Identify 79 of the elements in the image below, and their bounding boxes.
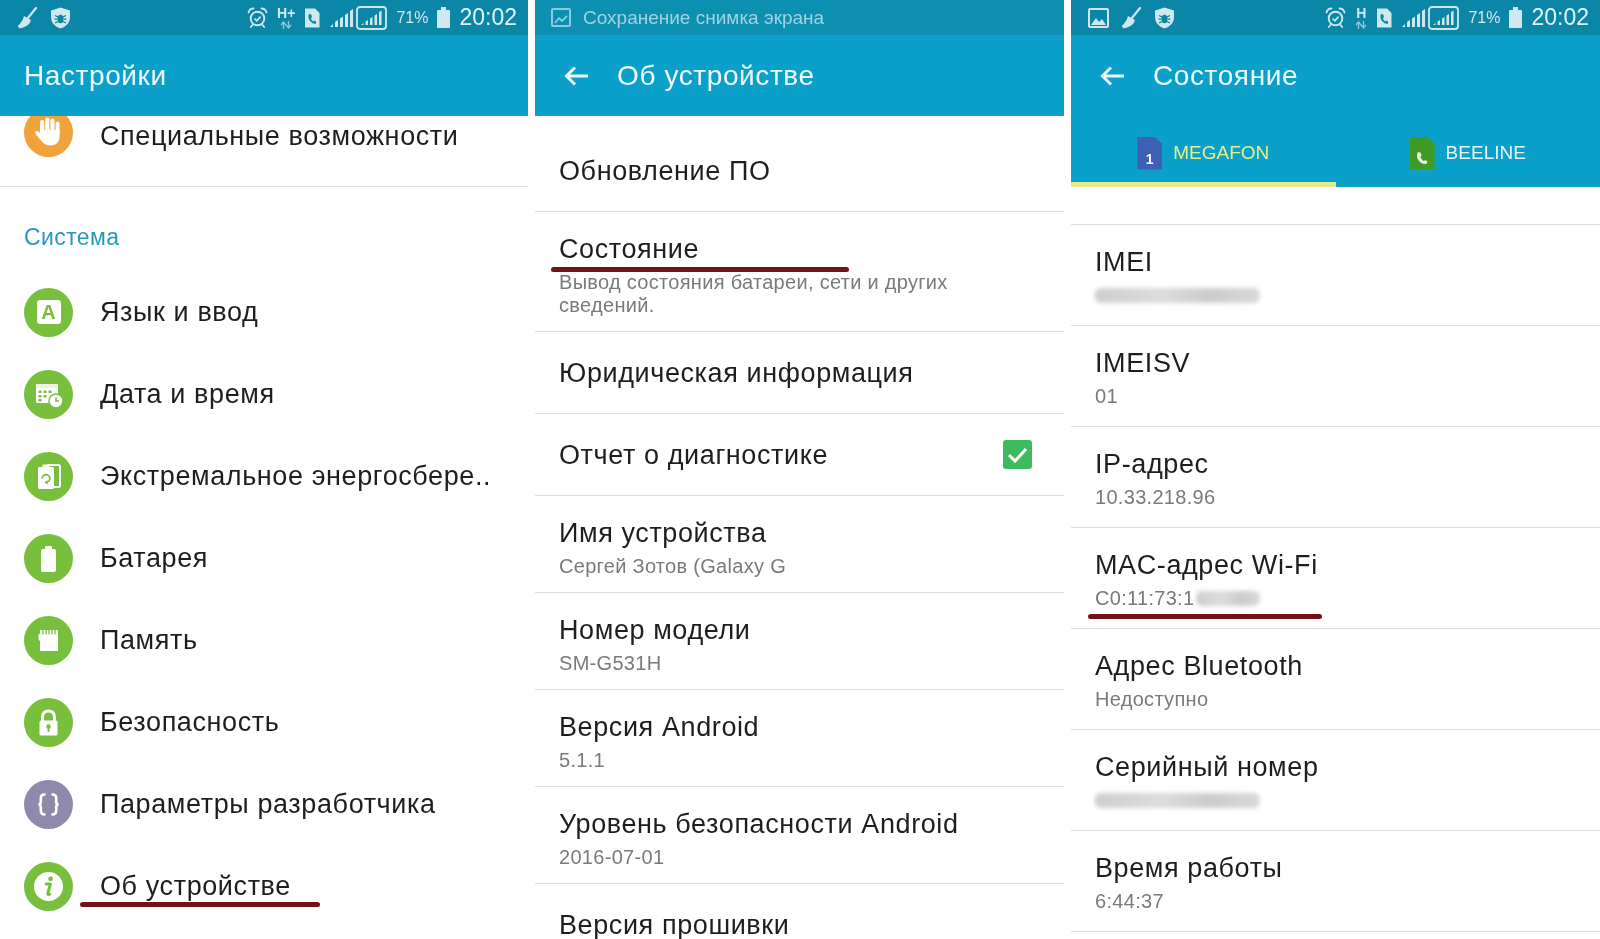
item-summary: Сергей Зотов (Galaxy G [559,555,787,578]
lock-icon [24,697,73,747]
item-title[interactable]: Уровень безопасности Android [559,807,959,841]
clock-time: 20:02 [459,4,517,31]
item-value: 10.33.218.96 [1095,485,1216,510]
language-icon: A [24,287,73,337]
settings-item[interactable]: Память [100,625,198,655]
settings-item[interactable]: Экстремальное энергосбере.. [100,461,492,491]
settings-item[interactable]: Батарея [100,543,209,573]
sim-call-icon [304,7,321,28]
settings-item[interactable]: Об устройстве [100,871,291,901]
data-arrows-icon [280,20,293,29]
sim-card-icon: 1 [1137,136,1163,170]
item-title[interactable]: Юридическая информация [559,355,914,390]
clock-time: 20:02 [1531,4,1589,31]
broom-icon [17,6,38,29]
sim-tab[interactable]: 1 MEGAFON [1071,116,1336,187]
picture-icon [1088,7,1109,28]
item-value: C0:11:73:1 [1095,586,1195,611]
network-type-label: H+ [277,6,296,20]
data-arrows-icon [1355,20,1368,29]
shield-bug-icon [1154,6,1175,29]
item-title: Время работы [1095,852,1283,885]
settings-item[interactable]: Безопасность [100,707,280,737]
battery-icon [1509,7,1523,28]
battery-percent: 71% [1468,8,1501,27]
alarm-clock-icon [247,7,269,28]
item-value: Недоступно [1095,687,1209,712]
info-icon [24,861,73,911]
item-summary: 5.1.1 [559,749,605,772]
signal-icon [329,7,355,28]
back-arrow-icon[interactable] [563,64,589,87]
shield-bug-icon [50,6,71,29]
item-title[interactable]: Версия Android [559,710,760,744]
signal-icon [1401,7,1427,28]
settings-item[interactable]: Дата и время [100,379,275,409]
back-arrow-icon[interactable] [1099,64,1125,87]
battery-icon [437,7,451,28]
item-title: Адрес Bluetooth [1095,650,1303,683]
alarm-clock-icon [1325,7,1347,28]
checkbox[interactable] [1003,440,1032,469]
item-title[interactable]: Имя устройства [559,516,767,550]
item-value: 01 [1095,384,1118,409]
item-summary: Вывод состояния батареи, сети и других сведений. [559,271,949,317]
screen-title: Состояние [1153,59,1299,92]
signal-icon [1428,5,1460,30]
item-title[interactable]: Номер модели [559,613,751,647]
item-title[interactable]: Отчет о диагностике [559,437,829,472]
checkmark-icon [1007,446,1028,463]
signal-icon [356,5,388,30]
screen-title: Настройки [24,59,167,92]
item-title[interactable]: Состояние [559,232,700,266]
item-title: IMEISV [1095,347,1191,380]
settings-item[interactable]: Специальные возможности [100,121,459,151]
item-title: Серийный номер [1095,751,1319,784]
battery-percent: 71% [396,8,429,27]
screen-title: Об устройстве [617,59,815,92]
item-summary: 2016-07-01 [559,846,665,869]
hand-icon [24,116,73,157]
memory-card-icon [24,615,73,665]
item-title: MAC-адрес Wi-Fi [1095,549,1318,582]
sim-call-icon [1376,7,1393,28]
item-summary: SM-G531H [559,652,662,675]
settings-item[interactable]: Язык и ввод [100,297,259,327]
section-header: Система [24,224,120,250]
battery-icon [24,533,73,583]
screenshot-icon [551,8,571,27]
item-title[interactable]: Версия прошивки [559,907,790,939]
item-title: IP-адрес [1095,448,1209,481]
item-value: 6:44:37 [1095,889,1164,914]
settings-item[interactable]: Параметры разработчика [100,789,436,819]
broom-icon [1121,6,1142,29]
item-title: IMEI [1095,246,1153,279]
braces-icon [24,779,73,829]
calendar-clock-icon [24,369,73,419]
network-type-label: H [1356,6,1367,20]
battery-recycle-icon [24,451,73,501]
item-title[interactable]: Обновление ПО [559,153,771,188]
notification-text: Сохранение снимка экрана [583,6,825,29]
